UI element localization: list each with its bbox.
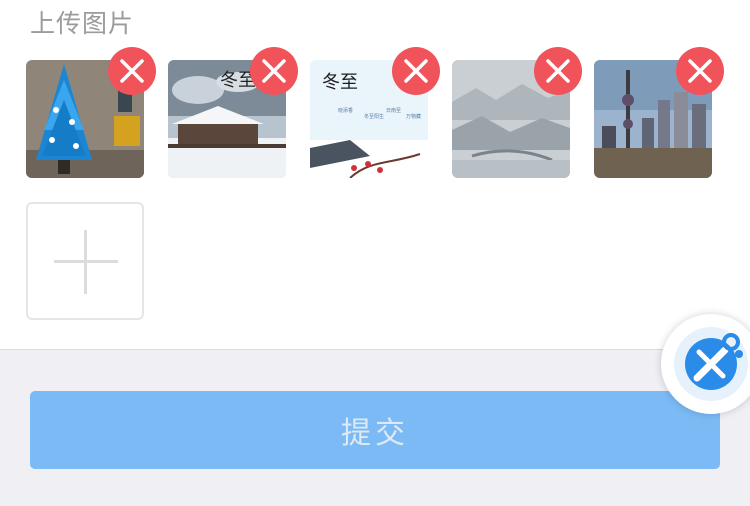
upload-panel: 上传图片 冬至 冬至 晓添香 冬至阳生 日南至 万物藏 — [0, 0, 750, 350]
delete-image-button[interactable] — [534, 47, 582, 95]
add-image-button[interactable] — [26, 202, 144, 320]
close-icon — [546, 59, 570, 83]
delete-image-button[interactable] — [108, 47, 156, 95]
close-icon — [120, 59, 144, 83]
upload-title: 上传图片 — [30, 9, 135, 38]
poster-caption: 冬至 — [322, 72, 358, 93]
delete-image-button[interactable] — [392, 47, 440, 95]
wrench-screwdriver-icon — [685, 333, 743, 390]
close-icon — [404, 59, 428, 83]
delete-image-button[interactable] — [676, 47, 724, 95]
poem-line: 万物藏 — [406, 113, 421, 120]
close-icon — [262, 59, 286, 83]
poem-line: 晓添香 — [338, 107, 353, 114]
close-icon — [688, 59, 712, 83]
poem-line: 冬至阳生 — [364, 113, 384, 120]
poem-line: 日南至 — [386, 107, 401, 114]
floating-tools-button[interactable] — [661, 314, 750, 414]
delete-image-button[interactable] — [250, 47, 298, 95]
submit-button[interactable]: 提交 — [30, 391, 720, 469]
